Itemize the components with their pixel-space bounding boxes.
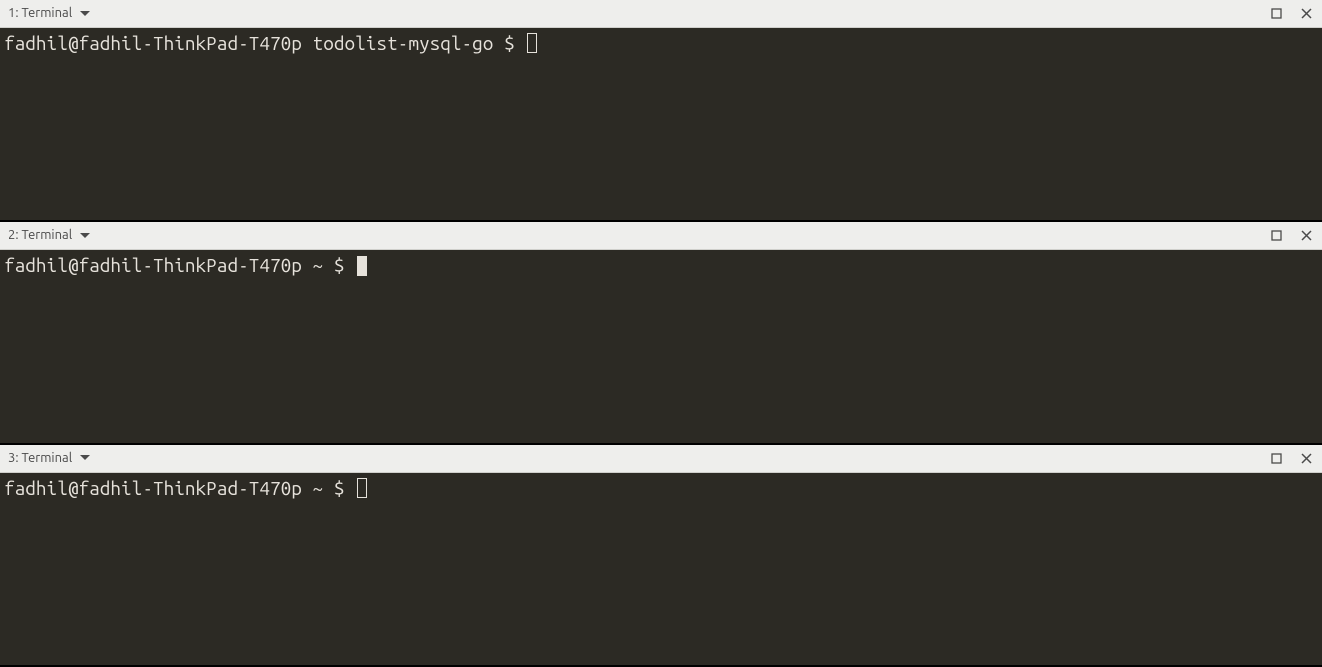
terminal-prompt-line-3: fadhil@fadhil-ThinkPad-T470p ~ $ bbox=[4, 477, 367, 500]
terminal-pane-1: 1: Terminal fadhil@fadhil-ThinkPad-T470p… bbox=[0, 0, 1322, 222]
terminal-body-1[interactable]: fadhil@fadhil-ThinkPad-T470p todolist-my… bbox=[0, 28, 1322, 220]
terminal-title-1: 1: Terminal bbox=[8, 7, 72, 20]
window-controls-3 bbox=[1268, 450, 1314, 466]
terminal-titlebar-1: 1: Terminal bbox=[0, 0, 1322, 28]
window-controls-2 bbox=[1268, 228, 1314, 244]
terminal-body-2[interactable]: fadhil@fadhil-ThinkPad-T470p ~ $ bbox=[0, 250, 1322, 442]
terminal-cursor-2 bbox=[357, 256, 367, 276]
terminal-titlebar-3: 3: Terminal bbox=[0, 445, 1322, 473]
close-button-2[interactable] bbox=[1298, 228, 1314, 244]
maximize-button-2[interactable] bbox=[1268, 228, 1284, 244]
terminal-pane-2: 2: Terminal fadhil@fadhil-ThinkPad-T470p… bbox=[0, 222, 1322, 444]
terminal-body-3[interactable]: fadhil@fadhil-ThinkPad-T470p ~ $ bbox=[0, 473, 1322, 665]
close-button-1[interactable] bbox=[1298, 6, 1314, 22]
close-button-3[interactable] bbox=[1298, 450, 1314, 466]
terminal-prompt-line-1: fadhil@fadhil-ThinkPad-T470p todolist-my… bbox=[4, 32, 537, 55]
terminal-prompt-3: fadhil@fadhil-ThinkPad-T470p ~ $ bbox=[4, 477, 355, 500]
chevron-down-icon bbox=[78, 453, 92, 463]
terminal-cursor-3 bbox=[357, 478, 367, 498]
terminal-prompt-line-2: fadhil@fadhil-ThinkPad-T470p ~ $ bbox=[4, 254, 367, 277]
maximize-icon bbox=[1271, 230, 1282, 241]
close-icon bbox=[1301, 453, 1312, 464]
maximize-button-3[interactable] bbox=[1268, 450, 1284, 466]
maximize-button-1[interactable] bbox=[1268, 6, 1284, 22]
terminal-prompt-1: fadhil@fadhil-ThinkPad-T470p todolist-my… bbox=[4, 32, 525, 55]
terminal-prompt-2: fadhil@fadhil-ThinkPad-T470p ~ $ bbox=[4, 254, 355, 277]
close-icon bbox=[1301, 8, 1312, 19]
terminal-tab-selector-1[interactable]: 1: Terminal bbox=[8, 7, 92, 20]
maximize-icon bbox=[1271, 8, 1282, 19]
terminal-pane-3: 3: Terminal fadhil@fadhil-ThinkPad-T470p… bbox=[0, 445, 1322, 667]
window-controls-1 bbox=[1268, 6, 1314, 22]
terminal-titlebar-2: 2: Terminal bbox=[0, 222, 1322, 250]
terminal-title-3: 3: Terminal bbox=[8, 452, 72, 465]
terminal-tab-selector-2[interactable]: 2: Terminal bbox=[8, 229, 92, 242]
chevron-down-icon bbox=[78, 9, 92, 19]
close-icon bbox=[1301, 230, 1312, 241]
chevron-down-icon bbox=[78, 231, 92, 241]
maximize-icon bbox=[1271, 453, 1282, 464]
terminal-title-2: 2: Terminal bbox=[8, 229, 72, 242]
terminal-cursor-1 bbox=[527, 33, 537, 53]
terminal-tab-selector-3[interactable]: 3: Terminal bbox=[8, 452, 92, 465]
